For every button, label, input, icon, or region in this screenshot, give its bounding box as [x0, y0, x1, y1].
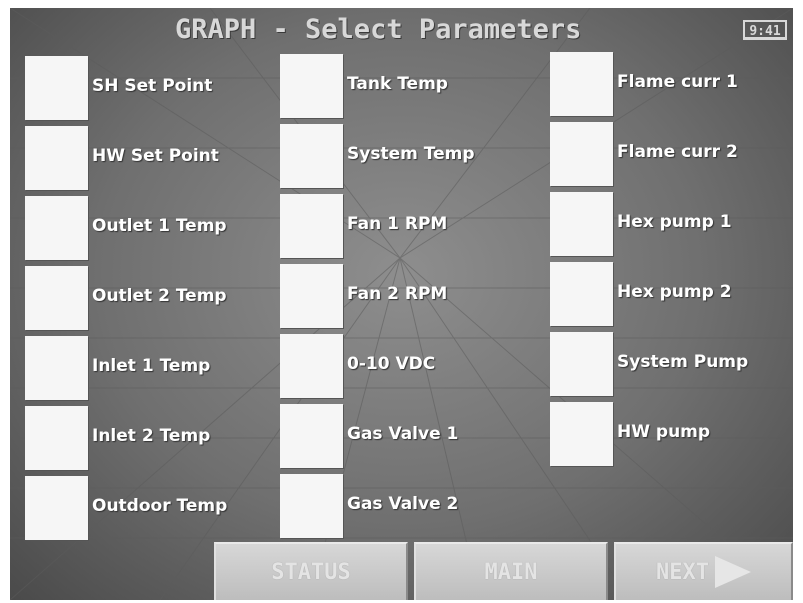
checkbox-hw-pump[interactable] [550, 402, 613, 466]
checkbox-fan-2-rpm[interactable] [280, 264, 343, 328]
param-inlet-1-temp[interactable]: Inlet 1 Temp [25, 336, 210, 400]
param-label: Fan 1 RPM [347, 214, 448, 234]
arrow-right-icon [714, 556, 751, 588]
param-flame-curr-2[interactable]: Flame curr 2 [550, 122, 738, 186]
param-label: Outlet 1 Temp [92, 216, 227, 236]
param-label: Inlet 1 Temp [92, 356, 211, 376]
checkbox-system-temp[interactable] [280, 124, 343, 188]
checkbox-inlet-1-temp[interactable] [25, 336, 88, 400]
param-label: Fan 2 RPM [347, 284, 448, 304]
param-system-pump[interactable]: System Pump [550, 332, 748, 396]
param-outlet-1-temp[interactable]: Outlet 1 Temp [25, 196, 227, 260]
checkbox-fan-1-rpm[interactable] [280, 194, 343, 258]
status-button-label: STATUS [271, 559, 351, 585]
param-flame-curr-1[interactable]: Flame curr 1 [550, 52, 738, 116]
main-button[interactable]: MAIN [414, 542, 608, 600]
checkbox-hex-pump-2[interactable] [550, 262, 613, 326]
param-tank-temp[interactable]: Tank Temp [280, 54, 448, 118]
param-hex-pump-1[interactable]: Hex pump 1 [550, 192, 732, 256]
main-button-label: MAIN [484, 559, 538, 585]
param-outdoor-temp[interactable]: Outdoor Temp [25, 476, 227, 540]
page-title: GRAPH - Select Parameters [175, 14, 582, 45]
param-system-temp[interactable]: System Temp [280, 124, 474, 188]
param-hex-pump-2[interactable]: Hex pump 2 [550, 262, 732, 326]
param-hw-set-point[interactable]: HW Set Point [25, 126, 219, 190]
param-label: Flame curr 1 [617, 72, 738, 92]
param-gas-valve-2[interactable]: Gas Valve 2 [280, 474, 458, 538]
checkbox-inlet-2-temp[interactable] [25, 406, 88, 470]
next-button-label: NEXT [656, 559, 709, 585]
param-label: System Pump [617, 352, 749, 372]
param-fan-2-rpm[interactable]: Fan 2 RPM [280, 264, 447, 328]
param-label: HW pump [617, 422, 711, 442]
param-label: 0-10 VDC [347, 354, 436, 374]
checkbox-outdoor-temp[interactable] [25, 476, 88, 540]
param-label: HW Set Point [92, 146, 219, 166]
param-label: Tank Temp [347, 74, 448, 94]
param-inlet-2-temp[interactable]: Inlet 2 Temp [25, 406, 210, 470]
param-label: Outdoor Temp [92, 496, 228, 516]
param-label: SH Set Point [92, 76, 213, 96]
param-label: Gas Valve 2 [347, 494, 459, 514]
param-label: Hex pump 2 [617, 282, 732, 302]
param-label: Inlet 2 Temp [92, 426, 211, 446]
checkbox-system-pump[interactable] [550, 332, 613, 396]
checkbox-flame-curr-2[interactable] [550, 122, 613, 186]
param-label: Outlet 2 Temp [92, 286, 227, 306]
param-label: Gas Valve 1 [347, 424, 459, 444]
param-outlet-2-temp[interactable]: Outlet 2 Temp [25, 266, 227, 330]
status-button[interactable]: STATUS [214, 542, 408, 600]
checkbox-0-10-vdc[interactable] [280, 334, 343, 398]
clock-display: 9:41 [743, 20, 787, 40]
param-fan-1-rpm[interactable]: Fan 1 RPM [280, 194, 447, 258]
checkbox-gas-valve-2[interactable] [280, 474, 343, 538]
checkbox-outlet-1-temp[interactable] [25, 196, 88, 260]
checkbox-sh-set-point[interactable] [25, 56, 88, 120]
param-hw-pump[interactable]: HW pump [550, 402, 710, 466]
param-label: Flame curr 2 [617, 142, 738, 162]
checkbox-outlet-2-temp[interactable] [25, 266, 88, 330]
param-sh-set-point[interactable]: SH Set Point [25, 56, 212, 120]
checkbox-flame-curr-1[interactable] [550, 52, 613, 116]
checkbox-hw-set-point[interactable] [25, 126, 88, 190]
next-button[interactable]: NEXT [614, 542, 793, 600]
checkbox-gas-valve-1[interactable] [280, 404, 343, 468]
param-0-10-vdc[interactable]: 0-10 VDC [280, 334, 435, 398]
checkbox-hex-pump-1[interactable] [550, 192, 613, 256]
touchscreen-display: GRAPH - Select Parameters 9:41 SH Set Po… [10, 8, 793, 600]
param-label: Hex pump 1 [617, 212, 732, 232]
param-label: System Temp [347, 144, 475, 164]
param-gas-valve-1[interactable]: Gas Valve 1 [280, 404, 458, 468]
checkbox-tank-temp[interactable] [280, 54, 343, 118]
